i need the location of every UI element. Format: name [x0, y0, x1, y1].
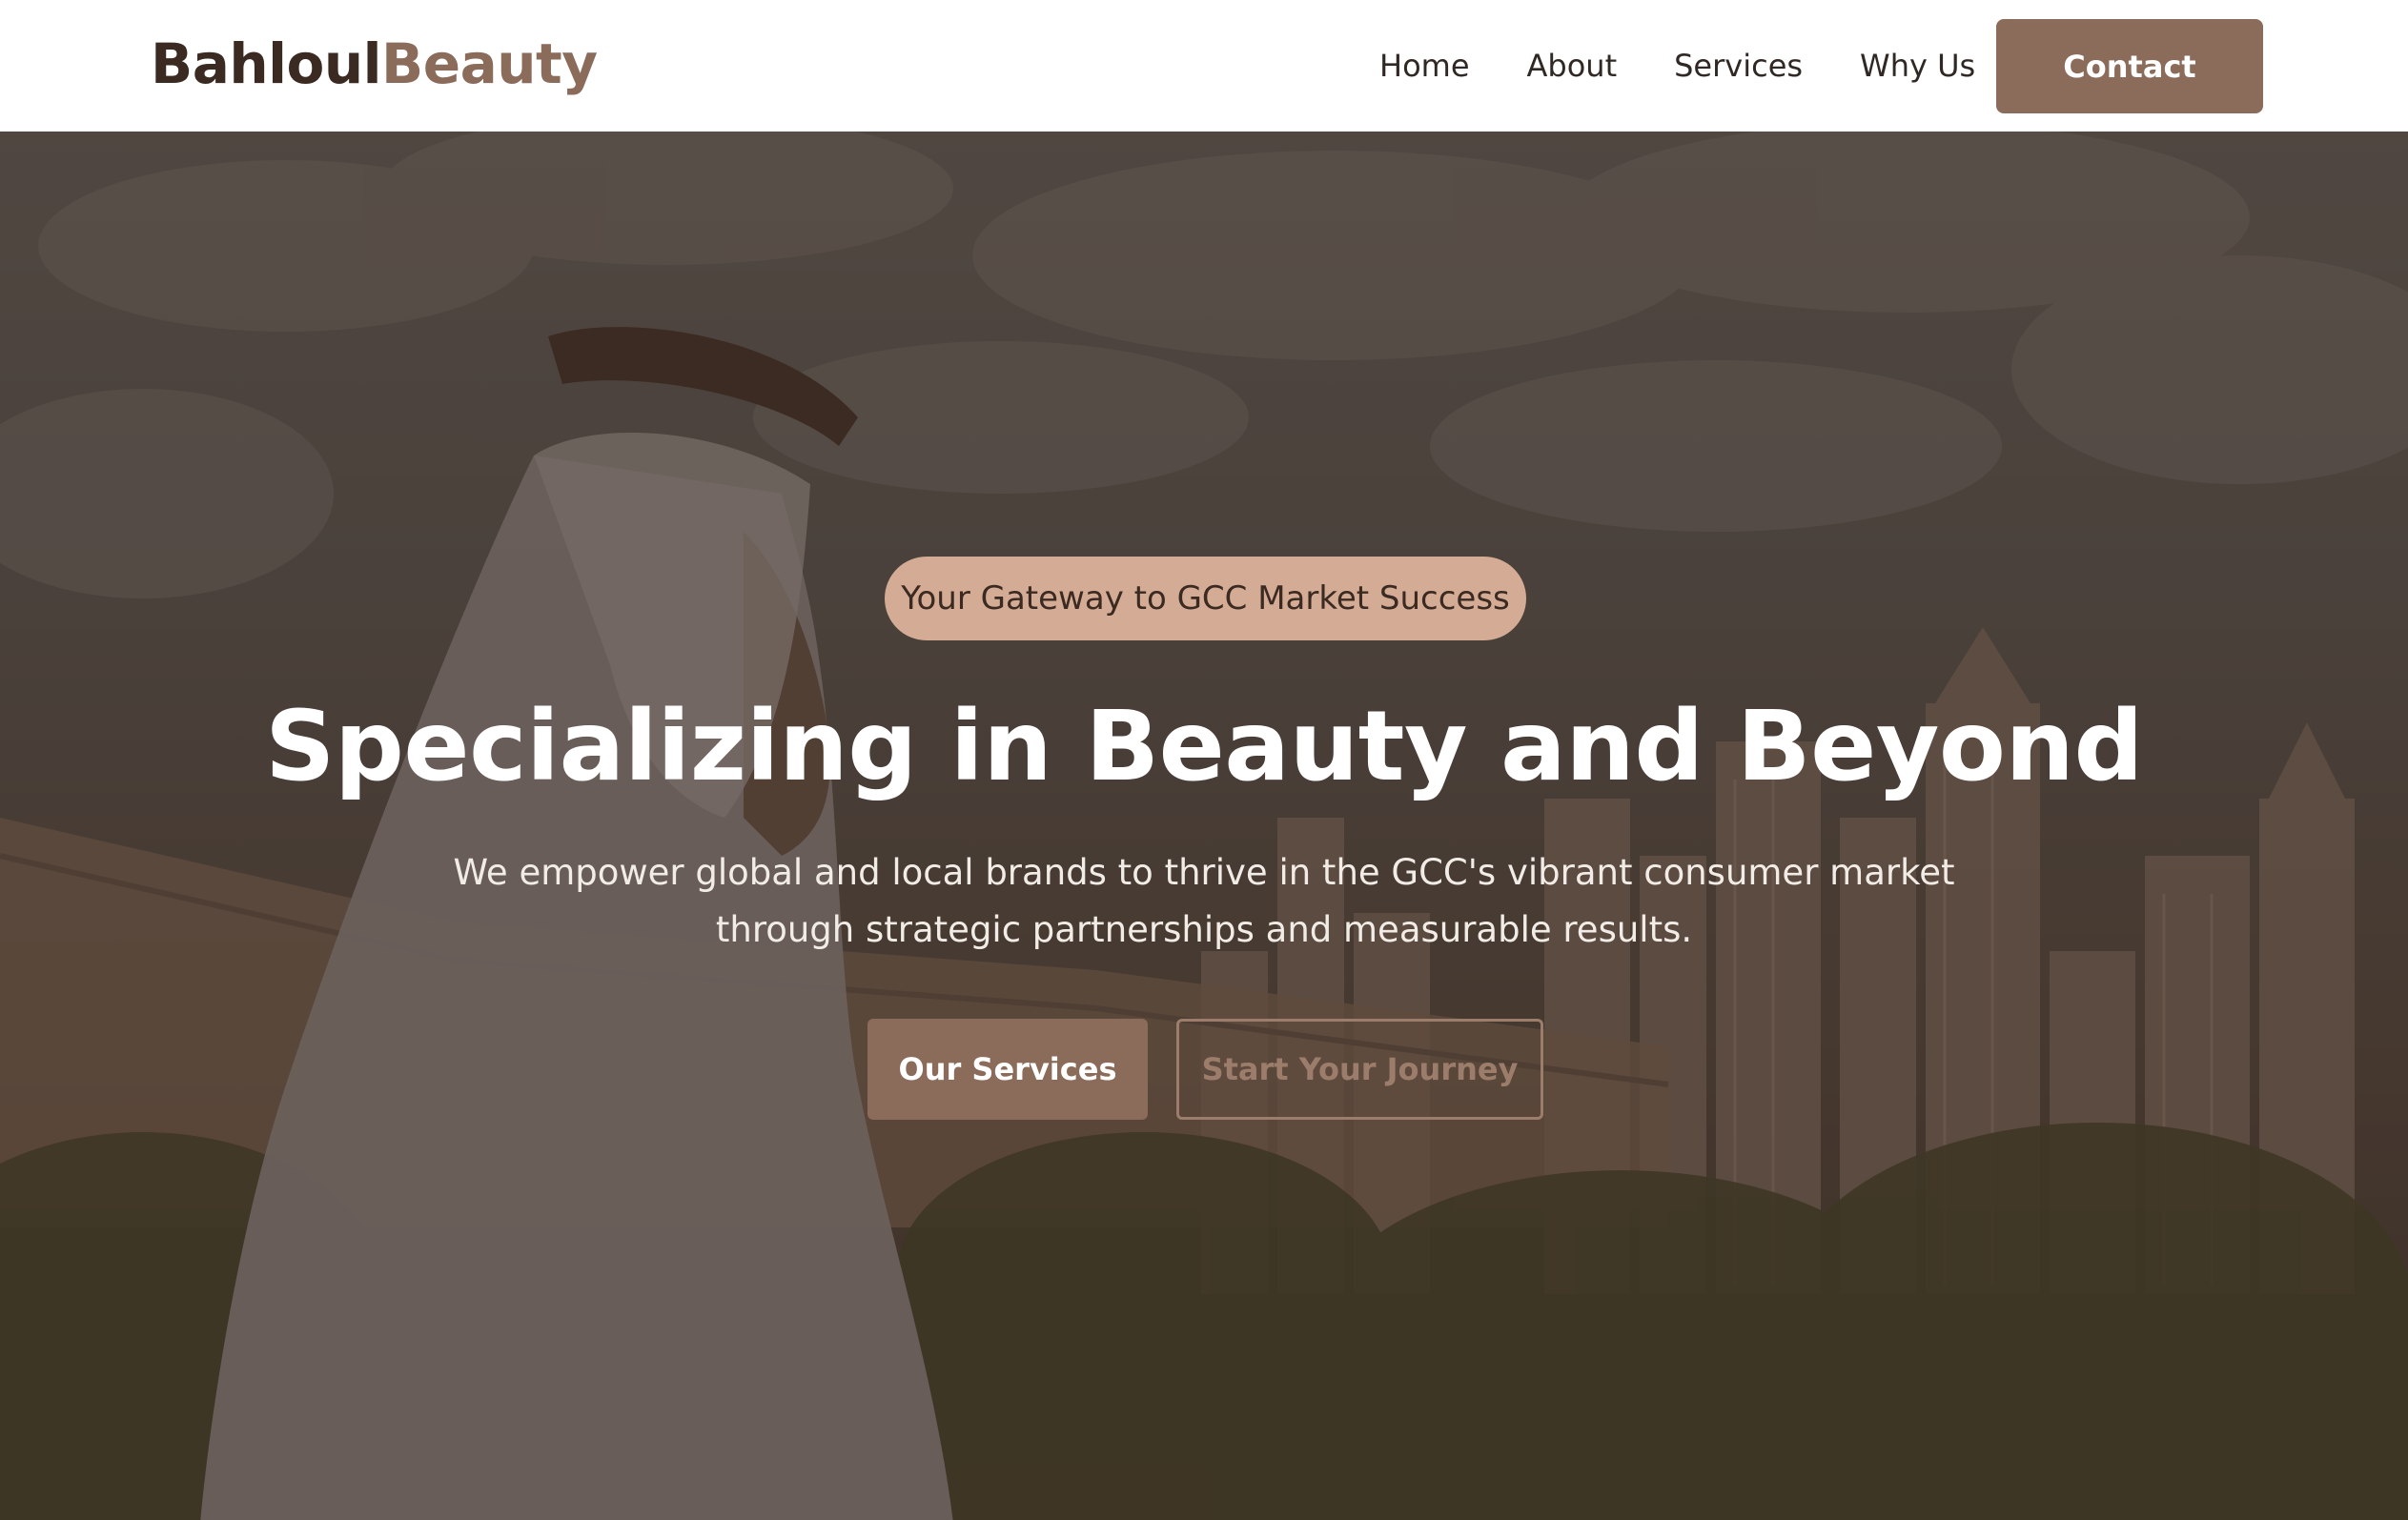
hero-overlay — [0, 132, 2408, 1520]
main-nav: Home About Services Why Us — [1379, 0, 1975, 132]
nav-about[interactable]: About — [1527, 51, 1618, 81]
hero-headline: Specializing in Beauty and Beyond — [264, 690, 2144, 803]
nav-home[interactable]: Home — [1379, 51, 1470, 81]
contact-button[interactable]: Contact — [1996, 19, 2263, 113]
nav-why-us[interactable]: Why Us — [1860, 51, 1975, 81]
start-journey-button[interactable]: Start Your Journey — [1176, 1019, 1543, 1120]
hero-subtext: We empower global and local brands to th… — [453, 852, 1955, 950]
brand-logo[interactable]: BahloulBeauty — [151, 36, 598, 91]
brand-name-part2: Beauty — [381, 31, 598, 96]
hero-section: Your Gateway to GCC Market Success Speci… — [0, 132, 2408, 1520]
our-services-button[interactable]: Our Services — [867, 1019, 1148, 1120]
brand-name-part1: Bahloul — [151, 31, 382, 96]
site-header: BahloulBeauty Home About Services Why Us… — [0, 0, 2408, 132]
tagline-badge: Your Gateway to GCC Market Success — [885, 557, 1526, 640]
nav-services[interactable]: Services — [1674, 51, 1803, 81]
